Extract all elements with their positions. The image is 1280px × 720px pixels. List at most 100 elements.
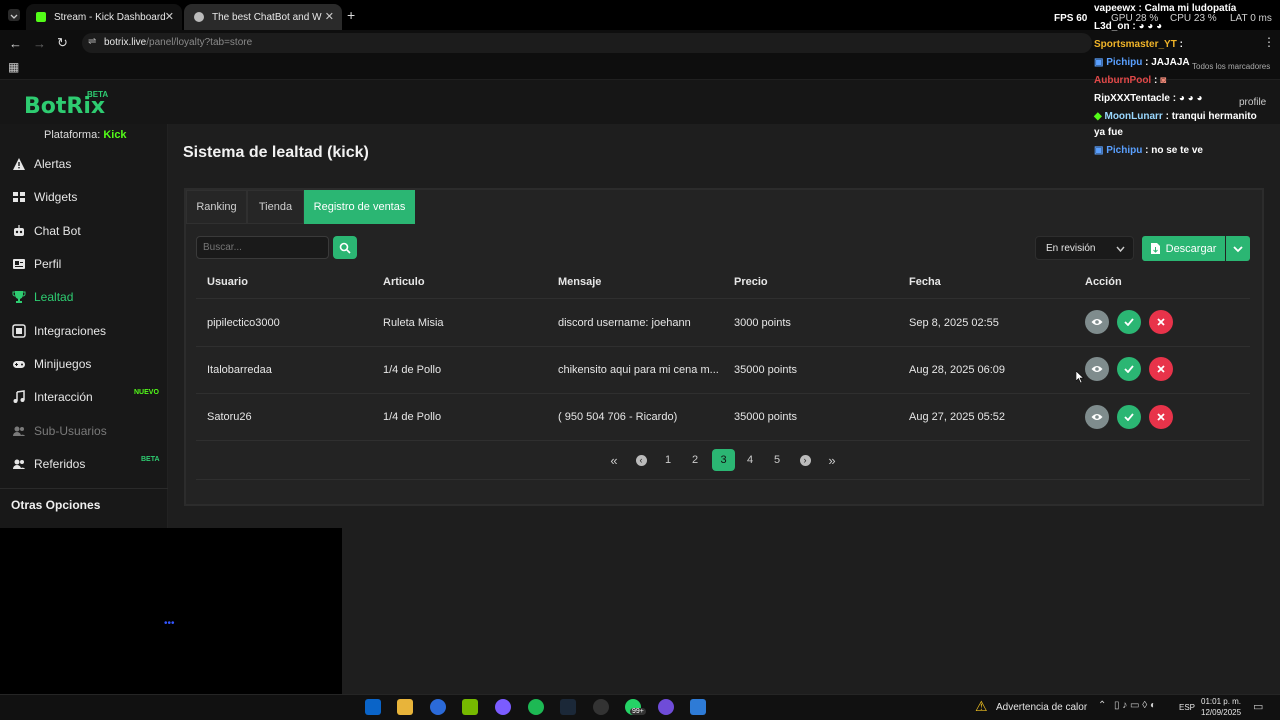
alert-triangle-icon xyxy=(13,158,25,170)
tab-tienda[interactable]: Tienda xyxy=(247,190,304,224)
sidebar-item-sub-usuarios[interactable]: Sub-Usuarios xyxy=(12,424,107,438)
calculator-icon[interactable] xyxy=(690,699,706,715)
chevron-down-icon xyxy=(1233,245,1243,252)
view-button[interactable] xyxy=(1085,310,1109,334)
tab-registro-de-ventas[interactable]: Registro de ventas xyxy=(304,190,415,224)
download-button[interactable]: Descargar xyxy=(1142,236,1225,261)
chat-message: ◆ MoonLunarr : tranqui hermanito xyxy=(1094,111,1257,122)
column-header-usuario[interactable]: Usuario xyxy=(207,276,248,288)
prev-page-button[interactable]: ‹ xyxy=(634,449,648,471)
sidebar-item-integraciones[interactable]: Integraciones xyxy=(12,324,106,338)
platform-indicator: Plataforma: Kick xyxy=(44,129,127,141)
chat-message: ya fue xyxy=(1094,127,1123,138)
row-divider xyxy=(196,440,1250,441)
column-header-precio[interactable]: Precio xyxy=(734,276,768,288)
last-page-button[interactable]: » xyxy=(823,449,841,471)
column-header-mensaje[interactable]: Mensaje xyxy=(558,276,601,288)
profile-label[interactable]: profile xyxy=(1239,97,1266,108)
address-bar: ← → ↻ ⇌ botrix.live/panel/loyalty?tab=st… xyxy=(0,30,1280,56)
reject-button[interactable] xyxy=(1149,405,1173,429)
sidebar-item-minijuegos[interactable]: Minijuegos xyxy=(12,357,91,371)
new-tab-icon[interactable]: + xyxy=(347,7,355,23)
sidebar-item-lealtad[interactable]: Lealtad xyxy=(12,290,73,304)
first-page-button[interactable]: « xyxy=(605,449,623,471)
view-button[interactable] xyxy=(1085,357,1109,381)
chat-message: ▣ Pichipu : no se te ve xyxy=(1094,145,1203,156)
download-options-button[interactable] xyxy=(1226,236,1250,261)
tab-ranking[interactable]: Ranking xyxy=(186,190,247,224)
cell-price: 35000 points xyxy=(734,411,797,423)
itunes-icon[interactable] xyxy=(658,699,674,715)
chevron-left-icon: ‹ xyxy=(635,454,647,466)
check-icon xyxy=(1124,318,1134,326)
clock-date[interactable]: 12/09/2025 xyxy=(1201,708,1241,717)
sidebar-item-widgets[interactable]: Widgets xyxy=(12,190,77,204)
search-button[interactable] xyxy=(333,236,357,259)
column-header-articulo[interactable]: Articulo xyxy=(383,276,425,288)
sidebar-item-chat-bot[interactable]: Chat Bot xyxy=(12,224,81,238)
sidebar-item-referidos[interactable]: Referidos xyxy=(12,457,85,471)
cell-message: chikensito aqui para mi cena m... xyxy=(558,364,719,376)
reject-button[interactable] xyxy=(1149,357,1173,381)
chat-message: Sportsmaster_YT : xyxy=(1094,39,1183,50)
tab-kick-dashboard[interactable]: Stream - Kick Dashboard ✕ xyxy=(26,4,182,30)
sidebar-item-perfil[interactable]: Perfil xyxy=(12,257,61,271)
nvidia-icon[interactable] xyxy=(462,699,478,715)
url-field[interactable]: ⇌ botrix.live/panel/loyalty?tab=store xyxy=(82,33,1092,53)
close-icon xyxy=(1157,413,1165,421)
apps-grid-icon[interactable]: ▦ xyxy=(8,60,19,74)
file-explorer-icon[interactable] xyxy=(397,699,413,715)
next-page-button[interactable]: › xyxy=(798,449,812,471)
tab-search-button[interactable] xyxy=(8,9,20,21)
search-icon xyxy=(339,242,351,254)
close-tab-icon[interactable]: ✕ xyxy=(165,10,174,23)
search-input[interactable] xyxy=(196,236,329,259)
cell-item: Ruleta Misia xyxy=(383,317,444,329)
status-select[interactable]: En revisión xyxy=(1035,236,1134,260)
sidebar-divider xyxy=(0,488,168,489)
page-button[interactable]: 2 xyxy=(686,449,704,471)
chrome-icon[interactable] xyxy=(430,699,446,715)
clock-time[interactable]: 01:01 p. m. xyxy=(1201,697,1241,706)
discord-icon[interactable] xyxy=(495,699,511,715)
steam-icon[interactable] xyxy=(560,699,576,715)
file-download-icon xyxy=(1150,243,1160,254)
heat-warning-label[interactable]: Advertencia de calor xyxy=(996,702,1087,713)
video-overlay: ••• xyxy=(0,528,342,694)
url-host: botrix.live xyxy=(104,37,147,48)
app-icon[interactable] xyxy=(593,699,609,715)
page-button-current[interactable]: 3 xyxy=(712,449,735,471)
reload-icon[interactable]: ↻ xyxy=(57,35,68,51)
reject-button[interactable] xyxy=(1149,310,1173,334)
other-options-heading[interactable]: Otras Opciones xyxy=(11,498,100,512)
site-info-icon[interactable]: ⇌ xyxy=(88,36,96,47)
tray-chevron-icon[interactable]: ⌃ xyxy=(1098,700,1106,711)
approve-button[interactable] xyxy=(1117,310,1141,334)
check-icon xyxy=(1124,365,1134,373)
approve-button[interactable] xyxy=(1117,357,1141,381)
new-badge: NUEVO xyxy=(134,389,159,396)
approve-button[interactable] xyxy=(1117,405,1141,429)
column-header-fecha[interactable]: Fecha xyxy=(909,276,941,288)
url-path: /panel/loyalty?tab=store xyxy=(146,37,253,48)
spotify-icon[interactable] xyxy=(528,699,544,715)
tab-botrix[interactable]: The best ChatBot and Widgets ✕ xyxy=(184,4,342,30)
page-button[interactable]: 5 xyxy=(768,449,786,471)
emote-icon: ◕ ◕ ◕ xyxy=(1178,93,1203,104)
back-icon[interactable]: ← xyxy=(9,36,22,51)
page-button[interactable]: 4 xyxy=(741,449,759,471)
page-button[interactable]: 1 xyxy=(659,449,677,471)
row-divider xyxy=(196,393,1250,394)
view-button[interactable] xyxy=(1085,405,1109,429)
row-divider xyxy=(196,298,1250,299)
sidebar-item-interaccion[interactable]: Interacción xyxy=(12,390,93,404)
tray-icons[interactable]: ▯ ♪ ▭ ◊ ◐ xyxy=(1114,700,1156,711)
notifications-icon[interactable]: ▭ xyxy=(1253,700,1263,713)
language-indicator[interactable]: ESP xyxy=(1179,703,1195,712)
close-tab-icon[interactable]: ✕ xyxy=(325,10,334,23)
cell-user: Italobarredaa xyxy=(207,364,272,376)
outlook-icon[interactable] xyxy=(365,699,381,715)
forward-icon[interactable]: → xyxy=(33,36,46,51)
tab-title: Stream - Kick Dashboard xyxy=(54,11,166,23)
sidebar-item-alertas[interactable]: Alertas xyxy=(12,157,71,171)
